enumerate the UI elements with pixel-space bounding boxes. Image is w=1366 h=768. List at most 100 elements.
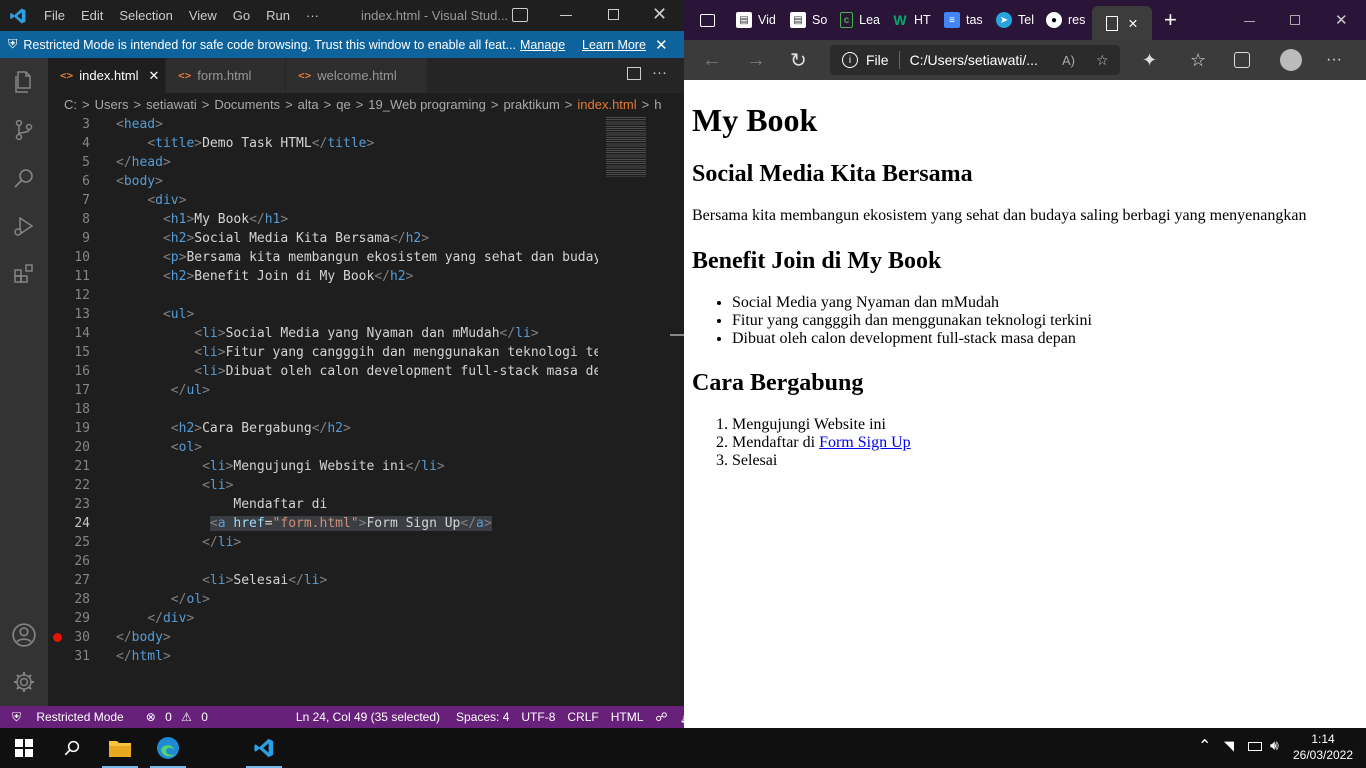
close-icon[interactable]: ✕ (1335, 11, 1348, 29)
browser-tab[interactable]: ➤ Tel (990, 4, 1040, 36)
address-divider (898, 51, 900, 69)
crumb[interactable]: Users (95, 97, 129, 112)
browser-tab-active[interactable]: ✕ (1092, 6, 1152, 40)
battery-icon[interactable] (1248, 742, 1262, 751)
crumb[interactable]: index.html (577, 97, 636, 112)
network-wifi-icon[interactable]: ◥ (1224, 738, 1234, 754)
browser-tab[interactable]: ▤ So (784, 4, 834, 36)
address-bar[interactable]: i File C:/Users/setiawati/... A) ☆ (830, 45, 1120, 75)
system-clock[interactable]: 1:14 26/03/2022 (1290, 731, 1356, 763)
code-editor[interactable]: 3 <head> 4 <title>Demo Task HTML</title> … (48, 115, 598, 706)
section-heading-benefit: Benefit Join di My Book (692, 248, 942, 274)
menu-view[interactable]: View (189, 8, 217, 23)
add-favorite-icon[interactable]: ☆ (1096, 52, 1109, 69)
line-number: 13 (74, 307, 90, 322)
code-line: <li>Dibuat oleh calon development full-s… (194, 364, 598, 379)
browser-tab[interactable]: c Lea (834, 4, 886, 36)
collections-icon[interactable] (1234, 52, 1250, 68)
tab-index-html[interactable]: <> index.html ✕ (48, 58, 166, 93)
crumb[interactable]: 19_Web programing (368, 97, 486, 112)
telegram-icon: ➤ (996, 12, 1012, 28)
url-text[interactable]: C:/Users/setiawati/... (910, 52, 1038, 68)
explorer-icon[interactable] (0, 58, 48, 106)
tab-close-icon[interactable]: ✕ (1128, 16, 1138, 31)
search-icon[interactable] (48, 728, 96, 768)
browser-tab[interactable]: ≡ tas (938, 4, 990, 36)
extensions-icon[interactable] (0, 250, 48, 298)
restricted-mode-status[interactable]: ⛨ Restricted Mode (6, 710, 130, 725)
warning-count: 0 (201, 710, 208, 724)
tab-welcome-html[interactable]: <> welcome.html (286, 58, 428, 93)
crumb[interactable]: Documents (214, 97, 280, 112)
list-item: Social Media yang Nyaman dan mMudah (732, 294, 1358, 312)
browser-tab[interactable]: ● res (1040, 4, 1092, 36)
run-debug-icon[interactable] (0, 202, 48, 250)
menu-go[interactable]: Go (233, 8, 250, 23)
vscode-logo-icon[interactable] (0, 7, 36, 25)
crumb[interactable]: qe (336, 97, 350, 112)
extensions-puzzle-icon[interactable]: ✦ (1142, 50, 1157, 71)
crumb[interactable]: h (654, 97, 661, 112)
tab-close-icon[interactable]: ✕ (149, 68, 160, 84)
eol-status[interactable]: CRLF (567, 710, 598, 724)
cursor-position[interactable]: Ln 24, Col 49 (35 selected) (296, 710, 440, 724)
minimap[interactable] (598, 115, 670, 706)
back-arrow-icon[interactable]: ← (702, 49, 722, 72)
problems-status[interactable]: ⊗ 0 ⚠ 0 (146, 710, 214, 724)
editor-scrollbar[interactable] (670, 115, 684, 706)
crumb-sep: > (201, 96, 210, 112)
show-hidden-icons-chevron-icon[interactable]: ⌃ (1198, 736, 1211, 756)
manage-link[interactable]: Manage (520, 38, 565, 52)
tab-actions-icon[interactable] (684, 13, 730, 27)
layout-icon[interactable] (512, 8, 528, 22)
refresh-icon[interactable]: ↻ (790, 48, 807, 73)
crumb[interactable]: setiawati (146, 97, 197, 112)
accounts-icon[interactable] (0, 611, 48, 659)
crumb[interactable]: alta (298, 97, 319, 112)
crumb[interactable]: praktikum (503, 97, 559, 112)
split-editor-icon[interactable] (627, 67, 641, 80)
maximize-icon[interactable] (608, 9, 619, 20)
crumb[interactable]: C: (64, 97, 77, 112)
favorites-icon[interactable]: ☆ (1190, 50, 1206, 71)
maximize-icon[interactable] (1290, 15, 1300, 25)
minimize-icon[interactable] (560, 15, 572, 16)
menu-edit[interactable]: Edit (81, 8, 103, 23)
browser-tab[interactable]: ▤ Vid (730, 4, 784, 36)
menu-more[interactable]: ··· (306, 8, 319, 23)
source-control-icon[interactable] (0, 106, 48, 154)
feedback-icon[interactable]: ☍ (655, 710, 667, 724)
volume-icon[interactable]: 🔊︎ (1270, 737, 1279, 754)
new-tab-button[interactable]: + (1164, 7, 1177, 33)
forward-arrow-icon[interactable]: → (746, 49, 766, 72)
learn-more-link[interactable]: Learn More (582, 38, 646, 52)
info-icon[interactable]: i (842, 52, 858, 68)
profile-avatar[interactable] (1280, 49, 1302, 71)
search-icon[interactable] (0, 154, 48, 202)
vscode-taskbar-icon[interactable] (240, 728, 288, 768)
file-explorer-icon[interactable] (96, 728, 144, 768)
line-number: 21 (74, 459, 90, 474)
start-windows-icon[interactable] (0, 728, 48, 768)
line-number: 3 (82, 117, 90, 132)
menu-run[interactable]: Run (266, 8, 290, 23)
menu-selection[interactable]: Selection (119, 8, 172, 23)
minimize-icon[interactable] (1244, 21, 1255, 22)
edge-browser-icon[interactable] (144, 728, 192, 768)
read-aloud-icon[interactable]: A) (1062, 53, 1075, 68)
line-number: 22 (74, 478, 90, 493)
close-icon[interactable]: ✕ (652, 4, 667, 25)
settings-more-icon[interactable]: ··· (1326, 51, 1342, 69)
browser-tab[interactable]: W HT (886, 4, 938, 36)
settings-gear-icon[interactable] (0, 658, 48, 706)
more-actions-icon[interactable]: ··· (652, 64, 667, 81)
html-file-icon: <> (60, 69, 74, 82)
indentation-status[interactable]: Spaces: 4 (456, 710, 509, 724)
encoding-status[interactable]: UTF-8 (521, 710, 555, 724)
banner-close-icon[interactable]: ✕ (655, 36, 668, 54)
tab-title: Tel (1018, 13, 1034, 27)
language-status[interactable]: HTML (611, 710, 644, 724)
tab-form-html[interactable]: <> form.html (166, 58, 286, 93)
form-sign-up-link[interactable]: Form Sign Up (819, 434, 911, 451)
menu-file[interactable]: File (44, 8, 65, 23)
